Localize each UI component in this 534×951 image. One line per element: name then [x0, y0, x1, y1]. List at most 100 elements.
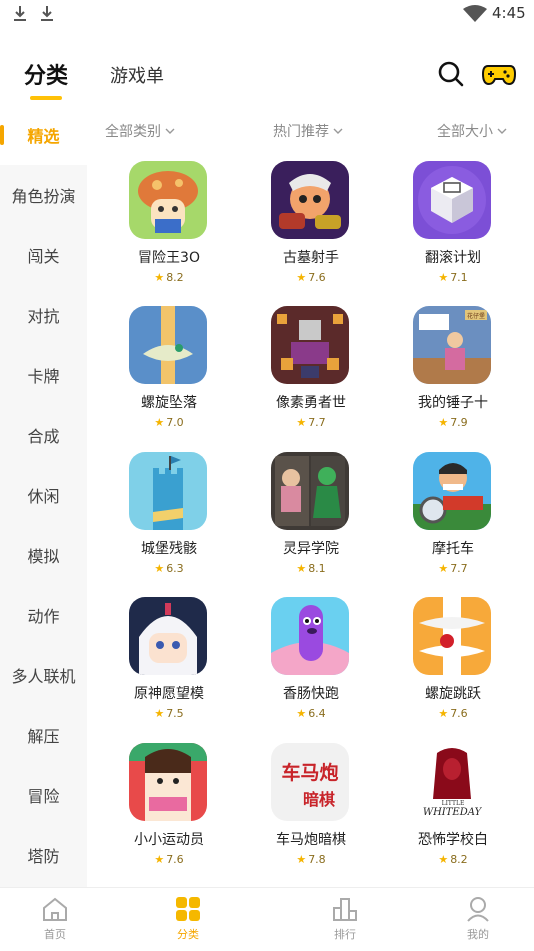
wifi-icon [463, 5, 487, 22]
game-rating: ★ 7.6 [438, 707, 468, 720]
nav-home-label: 首页 [44, 928, 66, 941]
game-icon-pixel-hero [271, 306, 349, 384]
tab-indicator [30, 96, 62, 100]
sidebar-item-merge[interactable]: 合成 [0, 405, 87, 465]
nav-home[interactable]: 首页 [15, 896, 95, 948]
filter-sort-label: 热门推荐 [273, 124, 329, 140]
game-name: 小小运动员 [134, 832, 204, 848]
game-name: 冒险王3O [138, 250, 200, 266]
game-icon-horror-school: LITTLE WHITEDAY [413, 743, 491, 821]
game-card[interactable]: 原神愿望模 ★ 7.5 [104, 597, 234, 737]
game-rating: ★ 6.3 [154, 562, 184, 575]
category-sidebar: 精选 角色扮演 闯关 对抗 卡牌 合成 休闲 模拟 动作 多人联机 解压 冒险 … [0, 105, 87, 887]
game-name: 香肠快跑 [283, 686, 339, 702]
game-card[interactable]: 摩托车 ★ 7.7 [388, 452, 518, 592]
game-rating: ★ 8.1 [296, 562, 326, 575]
star-icon: ★ [154, 416, 165, 429]
svg-text:LITTLE: LITTLE [442, 800, 465, 807]
nav-category-label: 分类 [177, 928, 199, 941]
game-name: 古墓射手 [283, 250, 339, 266]
sidebar-item-levels[interactable]: 闯关 [0, 225, 87, 285]
search-icon[interactable] [437, 60, 465, 88]
game-card[interactable]: 像素勇者世 ★ 7.7 [246, 306, 376, 446]
star-icon: ★ [296, 416, 307, 429]
game-card[interactable]: 古墓射手 ★ 7.6 [246, 161, 376, 301]
svg-text:暗棋: 暗棋 [303, 790, 335, 809]
game-name: 螺旋坠落 [141, 395, 197, 411]
game-card[interactable]: 螺旋跳跃 ★ 7.6 [388, 597, 518, 737]
sidebar-item-casual[interactable]: 休闲 [0, 465, 87, 525]
filter-category[interactable]: 全部类别 [105, 121, 175, 141]
game-rating: ★ 7.6 [296, 271, 326, 284]
game-icon-sausage-run [271, 597, 349, 675]
game-name: 翻滚计划 [425, 250, 481, 266]
filter-category-label: 全部类别 [105, 124, 161, 140]
star-icon: ★ [438, 707, 449, 720]
game-icon-castle [129, 452, 207, 530]
star-icon: ★ [296, 707, 307, 720]
svg-text:花仔堡: 花仔堡 [467, 312, 485, 320]
tab-category[interactable]: 分类 [24, 58, 68, 90]
game-rating: ★ 8.2 [438, 853, 468, 866]
sidebar-item-adventure[interactable]: 冒险 [0, 765, 87, 825]
nav-ranking-label: 排行 [334, 928, 356, 941]
header: 分类 游戏单 [0, 50, 534, 110]
star-icon: ★ [438, 562, 449, 575]
game-card[interactable]: LITTLE WHITEDAY 恐怖学校白 ★ 8.2 [388, 743, 518, 883]
chevron-down-icon [165, 128, 175, 134]
svg-text:车马炮: 车马炮 [281, 761, 338, 784]
game-rating: ★ 6.4 [296, 707, 326, 720]
game-icon-little-athlete [129, 743, 207, 821]
game-rating: ★ 8.2 [154, 271, 184, 284]
game-card[interactable]: 冒险王3O ★ 8.2 [104, 161, 234, 301]
sidebar-item-simulation[interactable]: 模拟 [0, 525, 87, 585]
sidebar-item-cards[interactable]: 卡牌 [0, 345, 87, 405]
game-name: 车马炮暗棋 [276, 832, 346, 848]
star-icon: ★ [154, 853, 165, 866]
star-icon: ★ [438, 271, 449, 284]
category-grid-icon [176, 897, 200, 921]
nav-category[interactable]: 分类 [148, 896, 228, 948]
game-icon-haunted-academy [271, 452, 349, 530]
game-name: 原神愿望模 [134, 686, 204, 702]
filter-sort[interactable]: 热门推荐 [273, 121, 343, 141]
sidebar-item-versus[interactable]: 对抗 [0, 285, 87, 345]
game-card[interactable]: 灵异学院 ★ 8.1 [246, 452, 376, 592]
game-name: 恐怖学校白 [418, 832, 488, 848]
sidebar-item-tower-defense[interactable]: 塔防 [0, 825, 87, 885]
nav-ranking[interactable]: 排行 [305, 896, 385, 948]
game-card[interactable]: 城堡残骸 ★ 6.3 [104, 452, 234, 592]
game-card[interactable]: 车马炮 暗棋 车马炮暗棋 ★ 7.8 [246, 743, 376, 883]
game-card[interactable]: 翻滚计划 ★ 7.1 [388, 161, 518, 301]
game-rating: ★ 7.8 [296, 853, 326, 866]
sidebar-item-rpg[interactable]: 角色扮演 [0, 165, 87, 225]
bottom-nav: 首页 分类 排行 我的 [0, 887, 534, 951]
gamepad-icon[interactable] [482, 60, 516, 88]
sidebar-item-relax[interactable]: 解压 [0, 705, 87, 765]
star-icon: ★ [154, 707, 165, 720]
filter-size[interactable]: 全部大小 [437, 121, 507, 141]
game-name: 城堡残骸 [141, 541, 197, 557]
tab-game-list[interactable]: 游戏单 [110, 62, 164, 88]
game-card[interactable]: 小小运动员 ★ 7.6 [104, 743, 234, 883]
game-rating: ★ 7.7 [296, 416, 326, 429]
sidebar-item-featured[interactable]: 精选 [0, 105, 87, 165]
profile-icon [467, 897, 489, 922]
game-name: 摩托车 [432, 541, 474, 557]
sidebar-item-action[interactable]: 动作 [0, 585, 87, 645]
svg-text:WHITEDAY: WHITEDAY [423, 807, 483, 818]
game-card[interactable]: 香肠快跑 ★ 6.4 [246, 597, 376, 737]
sidebar-item-multiplayer[interactable]: 多人联机 [0, 645, 87, 705]
game-icon-chess: 车马炮 暗棋 [271, 743, 349, 821]
filter-size-label: 全部大小 [437, 124, 493, 140]
nav-profile[interactable]: 我的 [438, 896, 518, 948]
game-rating: ★ 7.7 [438, 562, 468, 575]
game-icon-hammer: 花仔堡 [413, 306, 491, 384]
chevron-down-icon [497, 128, 507, 134]
download-icon [14, 6, 26, 21]
game-card[interactable]: 螺旋坠落 ★ 7.0 [104, 306, 234, 446]
star-icon: ★ [296, 853, 307, 866]
game-rating: ★ 7.9 [438, 416, 468, 429]
game-card[interactable]: 花仔堡 我的锤子十 ★ 7.9 [388, 306, 518, 446]
chevron-down-icon [333, 128, 343, 134]
